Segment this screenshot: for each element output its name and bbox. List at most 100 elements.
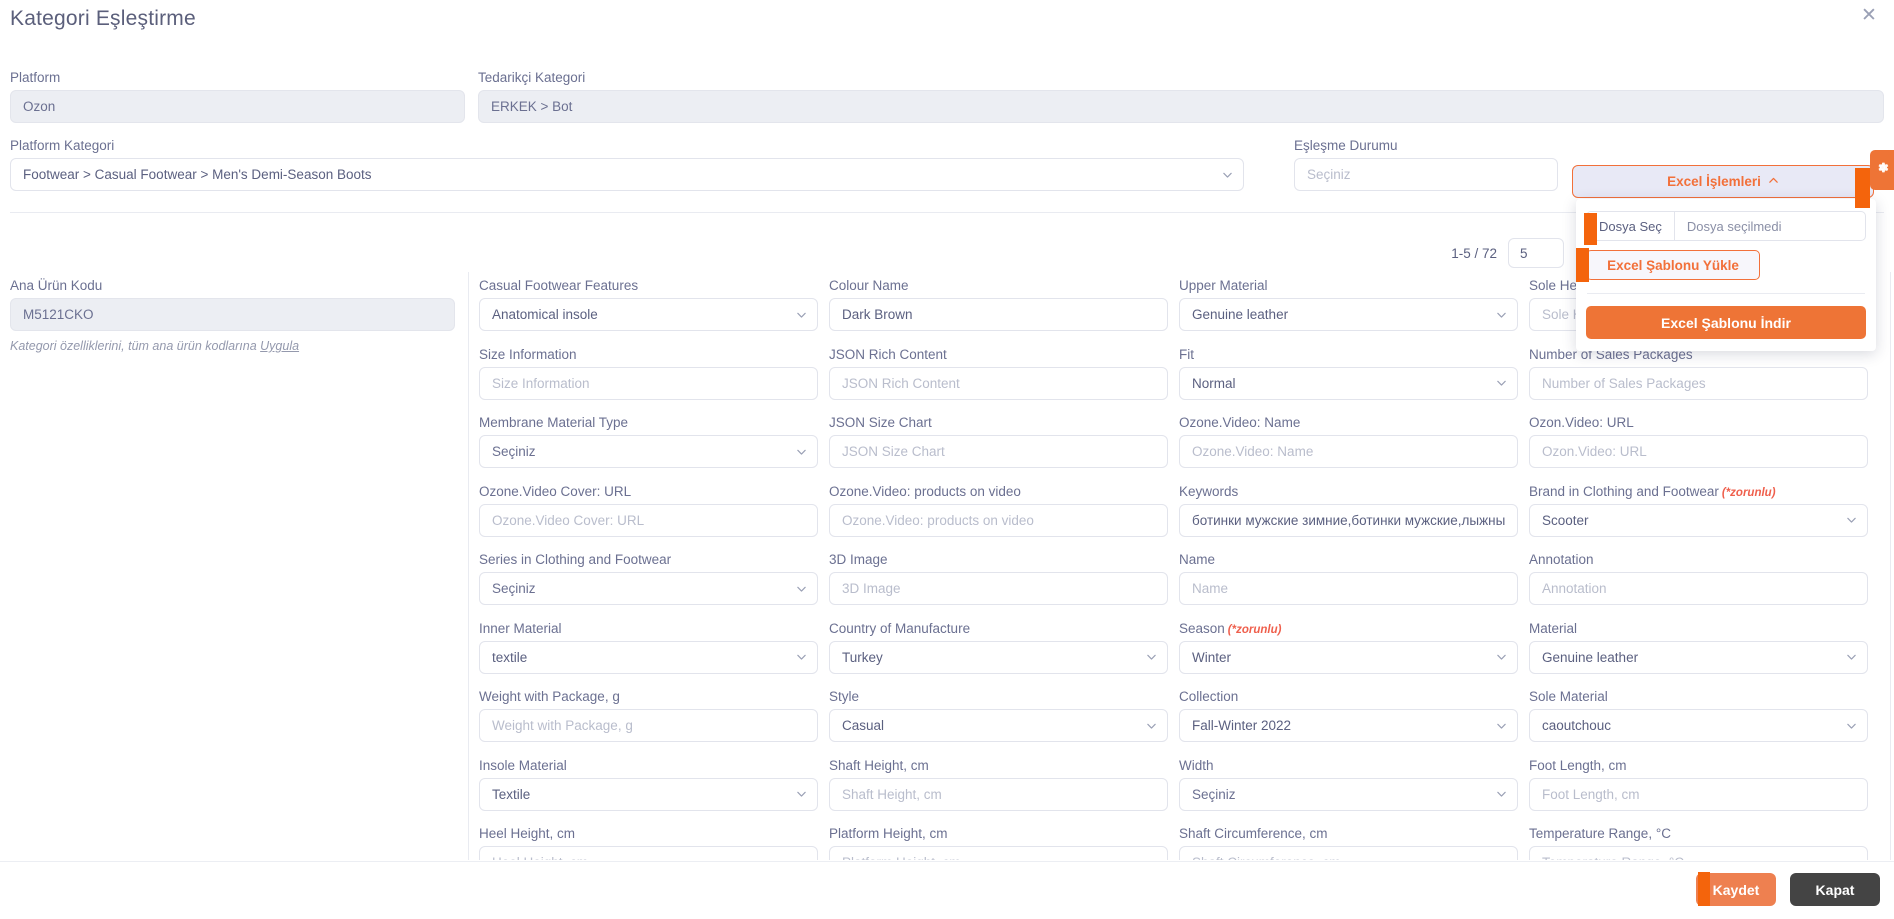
attribute-input[interactable]: Number of Sales Packages	[1529, 366, 1868, 400]
excel-operations-button[interactable]: Excel İşlemleri	[1572, 165, 1874, 198]
attribute-label: Ozone.Video: Name	[1179, 415, 1301, 430]
attribute-input[interactable]: Weight with Package, g	[479, 709, 818, 742]
product-code-input[interactable]: M5121CKO	[10, 298, 455, 331]
attribute-input[interactable]: Name	[1179, 572, 1518, 605]
attribute-label: Temperature Range, °C	[1529, 826, 1671, 841]
attribute-input[interactable]: Dark Brown	[829, 298, 1168, 331]
attribute-label: Upper Material	[1179, 278, 1268, 293]
attribute-select[interactable]: Scooter	[1529, 503, 1868, 537]
attribute-field: Insole Material Textile	[479, 758, 818, 811]
attribute-select[interactable]: Seçiniz	[479, 572, 818, 605]
attribute-select[interactable]: Casual	[829, 709, 1168, 742]
attribute-select[interactable]: Normal	[1179, 366, 1518, 400]
selected-file-name: Dosya seçilmedi	[1686, 218, 1782, 234]
choose-file-button[interactable]: Dosya Seç	[1587, 212, 1675, 240]
platform-category-select[interactable]: Footwear > Casual Footwear > Men's Demi-…	[10, 158, 1244, 191]
attribute-field: Annotation Annotation	[1529, 552, 1868, 605]
close-button[interactable]: Kapat	[1790, 873, 1880, 906]
chevron-down-icon	[1146, 652, 1157, 663]
attribute-select[interactable]: Anatomical insole	[479, 298, 818, 331]
required-marker: (*zorunlu)	[1721, 486, 1776, 499]
scrollbar-thumb-outer[interactable]	[1855, 168, 1870, 208]
attribute-input[interactable]: Ozone.Video: products on video	[829, 503, 1168, 537]
attribute-select[interactable]: caoutchouc	[1529, 709, 1868, 742]
attribute-select-value: Genuine leather	[1542, 649, 1639, 665]
attribute-select[interactable]: Genuine leather	[1179, 298, 1518, 331]
chevron-down-icon	[1496, 789, 1507, 800]
attribute-field: JSON Size Chart JSON Size Chart	[829, 415, 1168, 468]
attribute-input[interactable]: 3D Image	[829, 572, 1168, 605]
attribute-select-value: Scooter	[1542, 512, 1589, 528]
attribute-select[interactable]: Textile	[479, 777, 818, 811]
attribute-select-value: Seçiniz	[1192, 786, 1236, 802]
match-status-label: Eşleşme Durumu	[1294, 138, 1398, 153]
attribute-input[interactable]: JSON Size Chart	[829, 435, 1168, 468]
match-status-field-group: Eşleşme Durumu Seçiniz	[1294, 138, 1558, 191]
attribute-label: Size Information	[479, 346, 577, 362]
attribute-field: Width Seçiniz	[1179, 758, 1518, 811]
attribute-input[interactable]: Foot Length, cm	[1529, 777, 1868, 811]
settings-tab[interactable]	[1870, 150, 1894, 190]
attribute-input[interactable]: JSON Rich Content	[829, 366, 1168, 400]
attribute-field: Inner Material textile	[479, 621, 818, 674]
attribute-field: Ozone.Video: Name Ozone.Video: Name	[1179, 415, 1518, 468]
attribute-label: Fit	[1179, 346, 1194, 362]
attribute-field: Brand in Clothing and Footwear (*zorunlu)…	[1529, 484, 1868, 537]
attribute-select[interactable]: Genuine leather	[1529, 640, 1868, 674]
page-size-select[interactable]: 5	[1508, 238, 1564, 268]
attribute-label: Country of Manufacture	[829, 620, 971, 636]
attribute-label: Width	[1179, 757, 1214, 773]
attribute-select-value: Genuine leather	[1192, 307, 1289, 322]
column-divider-1	[468, 272, 469, 872]
column-divider-2	[1890, 272, 1891, 872]
footer-divider	[0, 861, 1894, 862]
scrollbar-thumb-save[interactable]	[1698, 872, 1710, 906]
apply-link[interactable]: Uygula	[260, 339, 299, 353]
attribute-input[interactable]: Size Information	[479, 366, 818, 400]
attribute-field: Sole Material caoutchouc	[1529, 689, 1868, 742]
close-icon[interactable]: ✕	[1858, 6, 1880, 28]
attribute-label: Name	[1179, 552, 1216, 567]
attribute-label: Ozone.Video: products on video	[829, 483, 1021, 499]
attribute-select-value: Winter	[1192, 649, 1232, 665]
platform-category-field-group: Platform Kategori Footwear > Casual Foot…	[10, 138, 1244, 191]
supplier-category-field-group: Tedarikçi Kategori ERKEK > Bot	[478, 70, 1884, 123]
file-picker[interactable]: Dosya Seç Dosya seçilmedi	[1586, 211, 1866, 241]
match-status-input[interactable]: Seçiniz	[1294, 158, 1558, 191]
attribute-select[interactable]: Winter	[1179, 640, 1518, 674]
attribute-label: Series in Clothing and Footwear	[479, 552, 672, 567]
attribute-label: Material	[1529, 620, 1578, 636]
attribute-label: Ozone.Video Cover: URL	[479, 483, 632, 499]
attribute-input[interactable]: Ozone.Video: Name	[1179, 435, 1518, 468]
attribute-field: Membrane Material Type Seçiniz	[479, 415, 818, 468]
upload-excel-template-button[interactable]: Excel Şablonu Yükle	[1586, 250, 1760, 280]
attribute-select[interactable]: Fall-Winter 2022	[1179, 709, 1518, 742]
scrollbar-thumb-panel[interactable]	[1584, 213, 1597, 245]
attribute-label: Ozon.Video: URL	[1529, 415, 1634, 430]
attribute-input[interactable]: Ozone.Video Cover: URL	[479, 503, 818, 537]
attribute-field: Fit Normal	[1179, 347, 1518, 400]
attribute-select-value: Textile	[492, 786, 531, 802]
attribute-select-value: Fall-Winter 2022	[1192, 718, 1292, 733]
attribute-label: Collection	[1179, 689, 1239, 704]
attribute-input[interactable]: Ozon.Video: URL	[1529, 435, 1868, 468]
attribute-select[interactable]: Seçiniz	[479, 435, 818, 468]
platform-input[interactable]: Ozon	[10, 90, 465, 123]
download-excel-template-button[interactable]: Excel Şablonu İndir	[1586, 306, 1866, 339]
attribute-label: Brand in Clothing and Footwear (*zorunlu)	[1529, 483, 1776, 499]
attribute-select[interactable]: Seçiniz	[1179, 777, 1518, 811]
attribute-field: Country of Manufacture Turkey	[829, 621, 1168, 674]
attribute-select[interactable]: textile	[479, 640, 818, 674]
scrollbar-thumb-upload[interactable]	[1576, 248, 1589, 282]
attribute-field: Series in Clothing and Footwear Seçiniz	[479, 552, 818, 605]
attribute-input[interactable]: Annotation	[1529, 572, 1868, 605]
platform-field-group: Platform Ozon	[10, 70, 465, 123]
attribute-label: Keywords	[1179, 483, 1239, 499]
attribute-input[interactable]: Shaft Height, cm	[829, 777, 1168, 811]
attribute-select[interactable]: Turkey	[829, 640, 1168, 674]
attribute-label: Shaft Circumference, cm	[1179, 826, 1328, 841]
excel-operations-label: Excel İşlemleri	[1667, 174, 1761, 189]
attribute-input[interactable]: ботинки мужские зимние,ботинки мужские,л…	[1179, 503, 1518, 537]
supplier-category-input[interactable]: ERKEK > Bot	[478, 90, 1884, 123]
attribute-label: Season (*zorunlu)	[1179, 620, 1282, 636]
